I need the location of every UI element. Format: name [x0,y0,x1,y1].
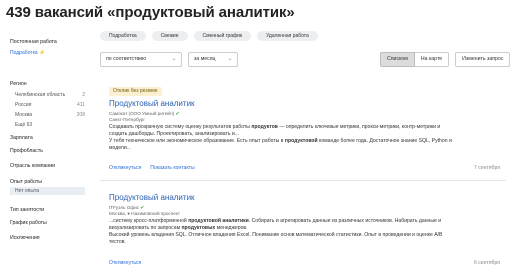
region-item[interactable]: Москва 208 [10,111,85,119]
filter-permanent-work[interactable]: Постоянная работа [10,38,57,46]
verified-check-icon: ✔ [175,111,180,117]
view-list-button[interactable]: Списком [380,52,415,67]
region-count: 411 [77,102,85,108]
filter-region-heading: Регион [10,81,27,87]
change-query-button[interactable]: Изменить запрос [455,52,511,67]
region-count: 2 [82,92,85,98]
chip-remote[interactable]: Удаленная работа [257,31,318,41]
filter-schedule[interactable]: График работы [10,219,47,227]
chip-fresh[interactable]: Свежие [151,31,188,41]
region-label: Челябинская область [15,92,66,98]
sort-select[interactable]: по соответствию ⌄ [100,52,182,67]
no-resume-badge: Отклик без резюме [109,87,162,96]
respond-link[interactable]: Откликнуться [109,260,141,267]
period-select-value: за месяц [194,56,216,62]
chip-shift-schedule[interactable]: Сменный график [193,31,252,41]
chevron-down-icon: ⌄ [227,56,232,62]
chip-part-time[interactable]: Подработка [100,31,146,41]
region-count: 208 [76,112,85,118]
region-item[interactable]: Россия 411 [10,101,85,109]
show-contacts-link[interactable]: Показать контакты [150,165,194,172]
search-controls: по соответствию ⌄ за месяц ⌄ Списком На … [100,52,511,67]
filter-exclusions[interactable]: Исключения [10,234,40,242]
view-map-button[interactable]: На карте [414,52,450,67]
vacancy-card: Продуктовый аналитик ITFуэль Офис ✔ Моск… [100,190,506,278]
company-link[interactable]: Самокат (ООО Умный ритейл) [109,111,174,116]
vacancy-description: Создавать прозрачную систему оценку резу… [109,124,452,151]
filter-industry[interactable]: Отрасль компании [10,162,55,170]
vacancy-date: 7 сентября [474,165,500,171]
chevron-down-icon: ⌄ [171,56,176,62]
region-label: Россия [15,102,32,108]
vacancy-location: Санкт-Петербург [109,117,146,122]
filter-profession[interactable]: Профобласть [10,147,43,155]
vacancy-title-link[interactable]: Продуктовый аналитик [109,193,195,203]
period-select[interactable]: за месяц ⌄ [188,52,238,67]
page-title: 439 вакансий «продуктовый аналитик» [6,4,295,21]
region-more-link[interactable]: Ещё 63 [10,121,85,129]
experience-option-selected[interactable]: Нет опыта [10,187,85,195]
lightning-icon: ⚡ [39,50,46,56]
vacancy-card: Отклик без резюме Продуктовый аналитик С… [100,83,506,181]
company-link[interactable]: ITFуэль Офис [109,205,139,210]
respond-link[interactable]: Откликнуться [109,165,141,172]
region-label: Москва [15,112,33,118]
region-item[interactable]: Челябинская область 2 [10,91,85,99]
vacancy-location: Москва, ● Нахимовский проспект [109,211,180,216]
quick-filter-chips: Подработка Свежие Сменный график Удаленн… [100,31,318,41]
filter-employment-type[interactable]: Тип занятости [10,206,44,214]
vacancy-description: ...систему кросс-платформенной продуктов… [109,218,443,245]
filter-experience-heading: Опыт работы [10,179,43,185]
filter-salary[interactable]: Зарплата [10,134,33,142]
filter-part-time-link[interactable]: Подработка [10,50,38,56]
sort-select-value: по соответствию [106,56,147,62]
vacancy-title-link[interactable]: Продуктовый аналитик [109,99,195,109]
vacancy-date: 6 сентября [474,260,500,266]
